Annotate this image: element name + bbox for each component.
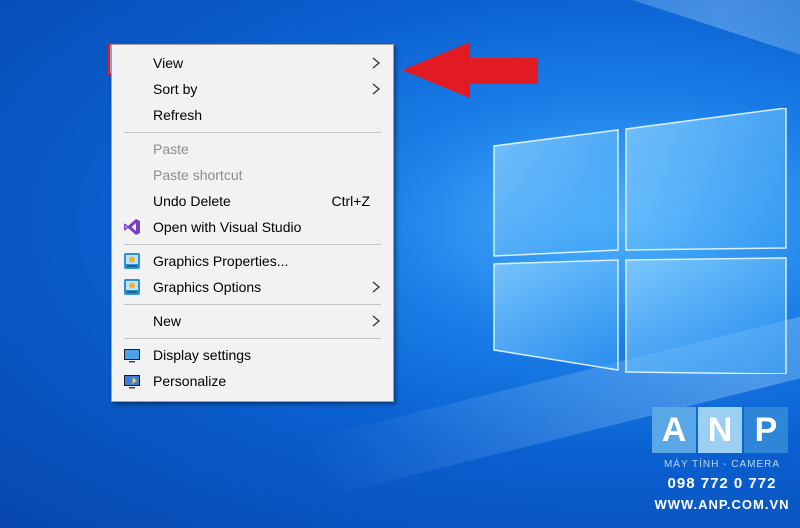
menu-separator xyxy=(124,132,381,133)
menu-item-label: Personalize xyxy=(153,373,227,389)
visual-studio-icon xyxy=(124,219,140,235)
chevron-right-icon xyxy=(372,315,381,327)
menu-item-personalize[interactable]: Personalize xyxy=(113,368,392,394)
anp-watermark: A N P MÁY TÍNH - CAMERA 098 772 0 772 WW… xyxy=(652,405,792,517)
windows-logo xyxy=(493,108,787,374)
menu-item-paste-shortcut[interactable]: Paste shortcut xyxy=(113,162,392,188)
chevron-right-icon xyxy=(372,83,381,95)
personalize-icon xyxy=(124,375,140,389)
anp-logo-letter: A xyxy=(652,407,696,453)
menu-item-paste[interactable]: Paste xyxy=(113,136,392,162)
menu-item-label: View xyxy=(153,55,184,71)
watermark-website: WWW.ANP.COM.VN xyxy=(654,497,790,512)
menu-item-label: Open with Visual Studio xyxy=(153,219,302,235)
desktop-context-menu: View Sort by Refresh Paste Paste shortcu… xyxy=(111,44,394,402)
menu-item-label: Graphics Options xyxy=(153,279,262,295)
display-icon xyxy=(124,349,140,363)
menu-item-open-with-visual-studio[interactable]: Open with Visual Studio xyxy=(113,214,392,240)
menu-item-label: Paste xyxy=(153,141,189,157)
menu-item-label: Display settings xyxy=(153,347,252,363)
menu-separator xyxy=(124,304,381,305)
menu-item-label: New xyxy=(153,313,182,329)
menu-item-graphics-options[interactable]: Graphics Options xyxy=(113,274,392,300)
menu-item-refresh[interactable]: Refresh xyxy=(113,102,392,128)
menu-item-label: Graphics Properties... xyxy=(153,253,289,269)
shortcut-label: Ctrl+Z xyxy=(331,193,371,209)
intel-graphics-icon xyxy=(124,279,140,295)
chevron-right-icon xyxy=(372,281,381,293)
menu-item-label: Sort by xyxy=(153,81,198,97)
menu-item-sort-by[interactable]: Sort by xyxy=(113,76,392,102)
menu-separator xyxy=(124,338,381,339)
menu-item-undo-delete[interactable]: Undo Delete Ctrl+Z xyxy=(113,188,392,214)
watermark-phone: 098 772 0 772 xyxy=(667,475,777,492)
red-pointer-arrow-icon xyxy=(402,42,538,98)
chevron-right-icon xyxy=(372,57,381,69)
menu-item-graphics-properties[interactable]: Graphics Properties... xyxy=(113,248,392,274)
anp-logo-letter: P xyxy=(744,407,788,453)
menu-item-display-settings[interactable]: Display settings xyxy=(113,342,392,368)
menu-item-label: Refresh xyxy=(153,107,203,123)
menu-item-label: Paste shortcut xyxy=(153,167,243,183)
anp-logo: A N P xyxy=(652,407,788,453)
intel-graphics-icon xyxy=(124,253,140,269)
menu-item-new[interactable]: New xyxy=(113,308,392,334)
menu-item-view[interactable]: View xyxy=(113,50,392,76)
anp-logo-letter: N xyxy=(698,407,742,453)
menu-item-label: Undo Delete xyxy=(153,193,231,209)
watermark-tagline: MÁY TÍNH - CAMERA xyxy=(663,459,781,470)
menu-separator xyxy=(124,244,381,245)
